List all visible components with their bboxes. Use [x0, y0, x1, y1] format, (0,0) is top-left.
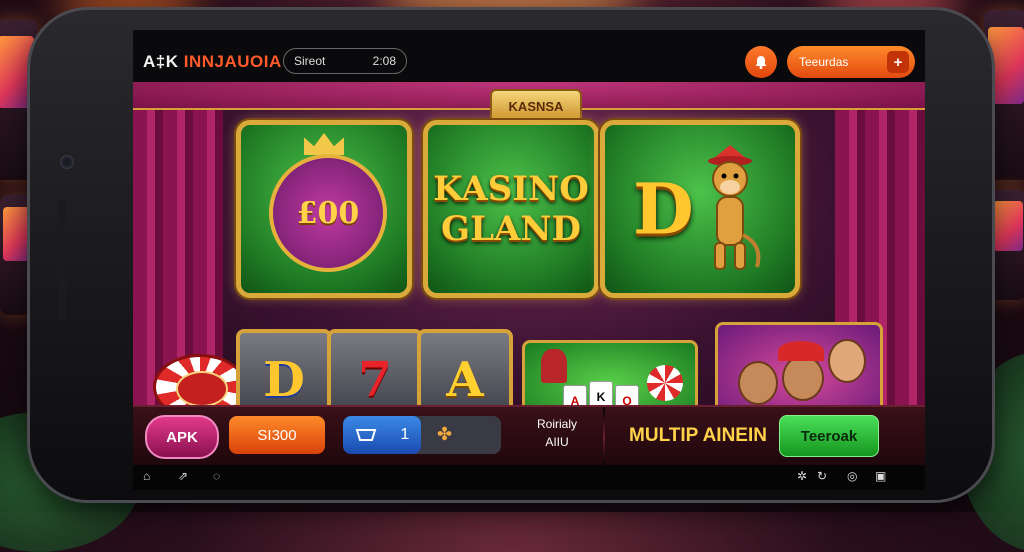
- notification-button[interactable]: [745, 46, 777, 78]
- info-label: Roirialy AIIU: [517, 415, 597, 451]
- message-icon[interactable]: ◌: [213, 469, 220, 483]
- green-action-button[interactable]: Teeroak: [779, 415, 879, 457]
- game-stage: KASNSA £00 KASINO GLAND D D 7 A A K Q: [133, 82, 925, 430]
- apk-button[interactable]: APK: [145, 415, 219, 459]
- brand-name: INNJAUOIA: [183, 52, 282, 71]
- jester-face: [782, 355, 824, 401]
- phone-side-button: [58, 200, 66, 320]
- info-line-2: AIIU: [545, 435, 569, 449]
- action-pill-button[interactable]: Teeurdas +: [787, 46, 915, 78]
- reel-2-symbol: 7: [358, 351, 392, 408]
- clover-icon: ✤: [437, 424, 453, 444]
- app-header: A‡K INNJAUOIA Sireot 2:08 Teeurdas +: [133, 30, 925, 82]
- tabs-icon[interactable]: ▣: [875, 469, 886, 483]
- action-pill-label: Teeurdas: [799, 55, 849, 69]
- plus-icon: +: [887, 51, 909, 73]
- kasino-title: KASINO GLAND: [428, 169, 594, 249]
- kasino-title-line2: GLAND: [441, 209, 581, 249]
- camera-lens: [60, 155, 74, 169]
- multiplier-label: MULTIP AINEIN: [629, 425, 767, 446]
- counter-control[interactable]: 1 ✤: [343, 416, 501, 454]
- jester-hat-icon: [778, 341, 824, 361]
- kasino-title-line1: KASINO: [433, 169, 589, 209]
- system-nav-bar: ⌂ ⇗ ◌ ✲ ↻ ◎ ▣: [133, 465, 925, 490]
- amount-button[interactable]: SI300: [229, 416, 325, 454]
- settings-icon[interactable]: ✲: [797, 469, 807, 483]
- home-icon[interactable]: ⌂: [143, 469, 150, 483]
- game-tile-emblem[interactable]: £00: [236, 120, 412, 298]
- counter-value: 1: [400, 426, 410, 443]
- rooster-icon: [541, 349, 567, 383]
- monkey-mascot-icon: [708, 145, 761, 270]
- crown-icon: [304, 133, 344, 155]
- divider: [603, 407, 605, 467]
- big-letter-d: D: [633, 167, 694, 251]
- game-tile-monkey[interactable]: D: [600, 120, 800, 298]
- jester-face: [738, 361, 778, 405]
- emblem-text: £00: [296, 195, 360, 231]
- cup-icon: [355, 429, 377, 441]
- phone-screen: A‡K INNJAUOIA Sireot 2:08 Teeurdas + KAS…: [133, 30, 925, 490]
- search-field[interactable]: Sireot 2:08: [283, 48, 407, 74]
- record-icon[interactable]: ◎: [847, 469, 857, 483]
- app-brand: A‡K INNJAUOIA: [143, 52, 282, 72]
- coin-emblem: £00: [269, 154, 387, 272]
- search-value: 2:08: [372, 54, 396, 68]
- reel-3-symbol: A: [446, 351, 484, 408]
- poker-chip-icon: [647, 365, 683, 401]
- stage-sign: KASNSA: [490, 89, 582, 123]
- game-tile-kasino[interactable]: KASINO GLAND: [423, 120, 599, 298]
- bell-icon: [755, 56, 767, 69]
- refresh-icon[interactable]: ↻: [817, 469, 827, 483]
- phone-frame: A‡K INNJAUOIA Sireot 2:08 Teeurdas + KAS…: [30, 10, 992, 500]
- share-icon[interactable]: ⇗: [178, 469, 188, 483]
- search-label: Sireot: [294, 54, 326, 68]
- reel-1-symbol: D: [263, 351, 305, 408]
- bottom-control-bar: APK SI300 1 ✤ Roirialy AIIU MULTIP AINEI…: [133, 405, 925, 467]
- brand-prefix: A‡K: [143, 52, 179, 71]
- counter-display[interactable]: 1: [343, 416, 421, 454]
- info-line-1: Roirialy: [536, 417, 577, 431]
- woman-face: [828, 339, 866, 383]
